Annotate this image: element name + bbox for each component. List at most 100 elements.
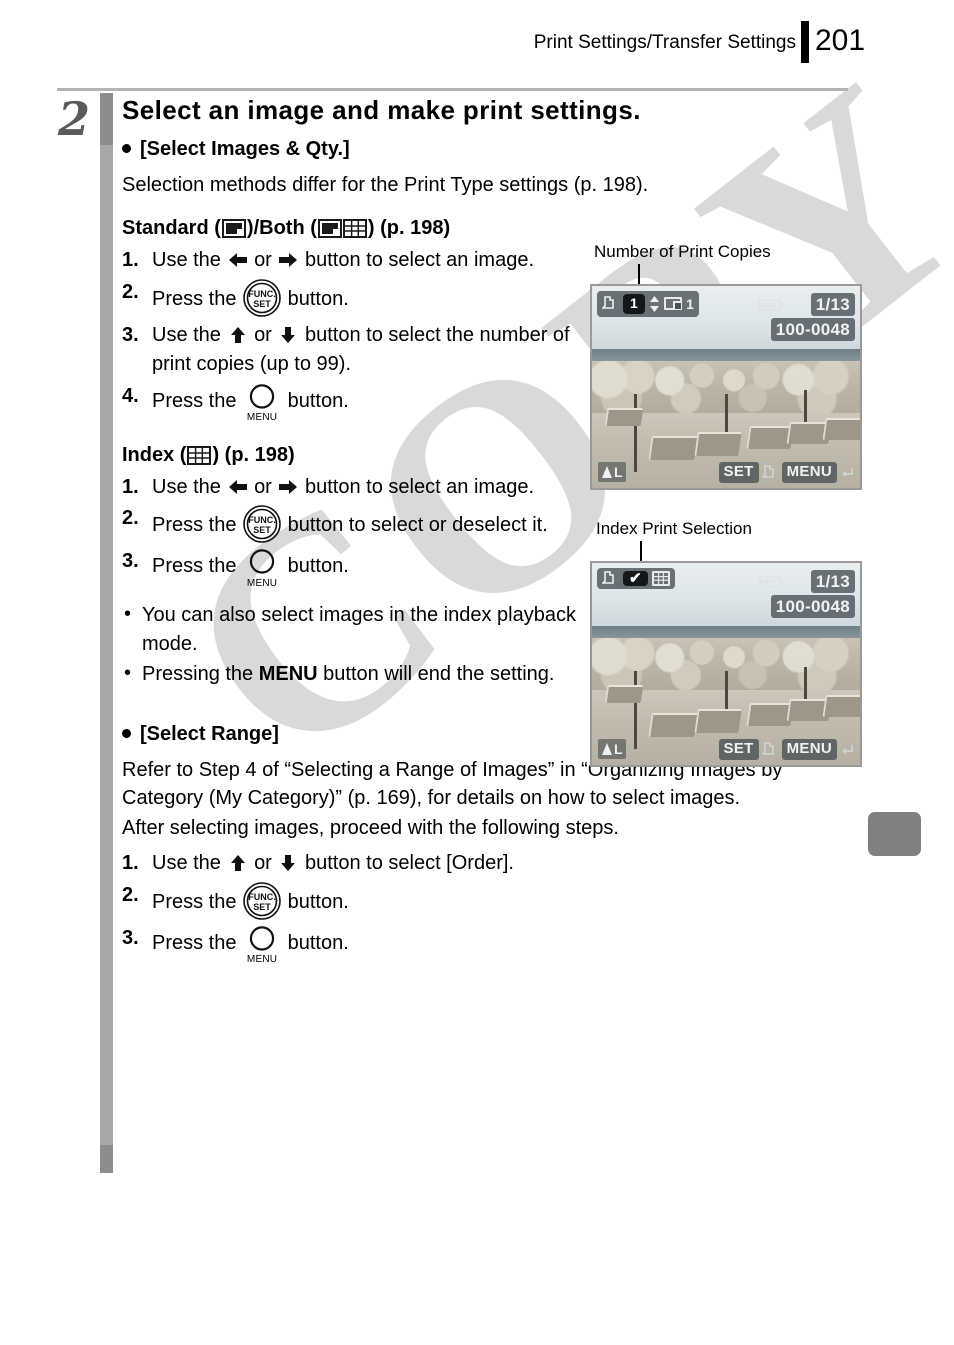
standard-label-prefix: Standard ( <box>122 217 221 240</box>
lcd-screenshot-standard: 1 1 1/13 100-0048 L SET MENU <box>590 284 862 490</box>
index-print-icon <box>651 571 670 586</box>
svg-text:FUNC.: FUNC. <box>248 892 276 902</box>
menu-icon-label: MENU <box>246 954 278 966</box>
step-number-label: 3. <box>122 550 139 573</box>
step-text-a: Use the <box>152 324 221 347</box>
frame-counter: 1/13 <box>810 570 855 594</box>
arrow-right-icon <box>277 250 299 270</box>
photo-lounger <box>604 408 644 426</box>
list-item: 1. Use the or button to select [Order]. <box>122 849 852 878</box>
step-text-c: button to select an image. <box>304 249 535 272</box>
arrow-up-icon <box>227 853 249 873</box>
select-range-paragraph-2: After selecting images, proceed with the… <box>122 817 619 840</box>
step-text-a: Use the <box>152 851 221 874</box>
standard-print-icon <box>664 297 683 311</box>
print-order-icon <box>761 465 779 480</box>
step-text-b: or <box>254 249 272 272</box>
print-copies-value: 1 <box>623 294 646 314</box>
lcd-osd-bottom-standard: SET MENU <box>718 462 855 483</box>
step-text-c: button. <box>287 931 349 954</box>
arrow-down-icon <box>277 853 299 873</box>
list-item: 3. Press the MENU button. <box>122 924 852 966</box>
select-images-label: [Select Images & Qty.] <box>140 137 350 160</box>
step-text-a: Press the <box>152 514 237 537</box>
image-quality-large-icon: L <box>598 739 626 759</box>
list-item: 4. Press the MENU button. <box>122 382 592 424</box>
return-arrow-icon <box>840 465 855 480</box>
menu-button-icon: MENU <box>242 547 282 589</box>
list-item: 2. Press the FUNC. SET button. <box>122 278 592 318</box>
index-selection-checkmark: ✔ <box>623 571 648 586</box>
return-arrow-icon <box>840 742 855 757</box>
select-images-intro: Selection methods differ for the Print T… <box>122 173 649 196</box>
photo-pole <box>634 671 637 749</box>
step-text-b: or <box>254 475 272 498</box>
menu-icon-label: MENU <box>246 412 278 424</box>
menu-button-hint: MENU <box>781 462 837 483</box>
print-order-icon <box>602 571 619 586</box>
step-text-a: Press the <box>152 890 237 913</box>
section-tab-marker <box>868 812 921 856</box>
step-text-b: or <box>254 324 272 347</box>
select-range-label: [Select Range] <box>140 722 279 745</box>
step-number: 2 <box>58 92 91 146</box>
photo-lounger <box>822 695 860 717</box>
select-range-steps-list: 1. Use the or button to select [Order]. … <box>122 849 852 966</box>
file-number: 100-0048 <box>770 595 855 619</box>
step-text-a: Press the <box>152 931 237 954</box>
menu-button-hint: MENU <box>781 739 837 760</box>
print-order-icon <box>602 296 619 311</box>
arrow-up-icon <box>227 325 249 345</box>
page-number: 201 <box>815 24 866 57</box>
photo-pole <box>634 394 637 472</box>
callout-number-of-print-copies: Number of Print Copies <box>594 242 771 261</box>
func-set-button-icon: FUNC. SET <box>242 278 282 318</box>
svg-text:SET: SET <box>253 902 271 912</box>
sidebar-bar-bottom <box>100 1145 113 1173</box>
lcd-osd-bottom-index: SET MENU <box>718 739 855 760</box>
list-item: 1. Use the or button to select an image. <box>122 246 592 275</box>
step-text-a: Press the <box>152 389 237 412</box>
list-item: • You can also select images in the inde… <box>122 601 612 658</box>
standard-label-suffix: ) (p. 198) <box>367 217 451 240</box>
bullet-dot-icon <box>122 143 131 153</box>
manual-page: COPY Print Settings/Transfer Settings 20… <box>0 0 954 1345</box>
sidebar-bar-middle <box>100 145 113 1145</box>
standard-print-icon <box>221 219 246 239</box>
step-number-label: 2. <box>122 883 139 906</box>
step-heading: Select an image and make print settings. <box>122 95 641 125</box>
header-title: Print Settings/Transfer Settings <box>533 32 796 53</box>
index-steps-list: 1. Use the or button to select an image.… <box>122 473 592 589</box>
step-text-a: Press the <box>152 288 237 311</box>
up-down-arrows-icon <box>649 295 660 312</box>
list-item: 2. Press the FUNC. SET button to select … <box>122 504 592 544</box>
print-order-icon <box>761 742 779 757</box>
menu-button-icon: MENU <box>242 924 282 966</box>
note-bullet-icon: • <box>124 662 132 685</box>
func-set-button-icon: FUNC. SET <box>242 881 282 921</box>
step-number-label: 2. <box>122 507 139 530</box>
print-type-count: 1 <box>686 295 694 312</box>
top-horizontal-rule <box>57 88 848 91</box>
index-label-prefix: Index ( <box>122 443 187 466</box>
step-number-label: 3. <box>122 324 139 347</box>
menu-button-icon: MENU <box>242 382 282 424</box>
step-text-c: button. <box>287 288 349 311</box>
photo-lounger <box>604 685 644 703</box>
note-text: You can also select images in the index … <box>142 604 576 655</box>
battery-full-icon <box>758 575 784 589</box>
index-print-icon <box>342 219 367 239</box>
step-number-label: 1. <box>122 475 139 498</box>
note-text-after: button will end the setting. <box>317 663 555 686</box>
battery-full-icon <box>758 298 784 312</box>
select-images-bullet-heading: [Select Images & Qty.] <box>122 138 852 161</box>
step-number-label: 4. <box>122 384 139 407</box>
frame-counter: 1/13 <box>810 293 855 317</box>
step-text-a: Use the <box>152 475 221 498</box>
step-text-b: or <box>254 851 272 874</box>
arrow-left-icon <box>227 477 249 497</box>
lcd-photo-beach <box>592 563 860 765</box>
step-number-label: 1. <box>122 851 139 874</box>
photo-lounger <box>822 418 860 440</box>
quality-label: L <box>614 741 623 757</box>
